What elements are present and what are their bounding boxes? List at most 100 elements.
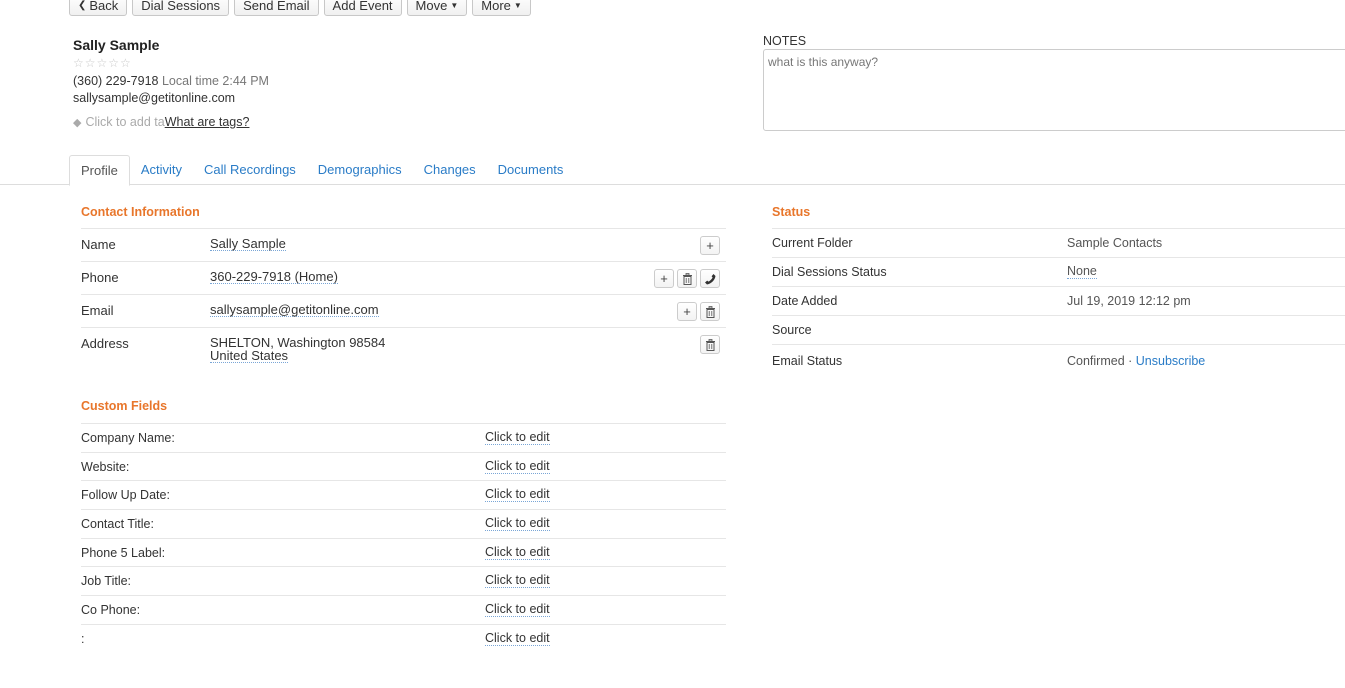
contact-row-email: Email sallysample@getitonline.com + [81, 294, 726, 327]
custom-field-row: : Click to edit [81, 623, 726, 653]
status-section: Status Current Folder Sample Contacts Di… [772, 205, 1345, 376]
custom-field-row: Job Title: Click to edit [81, 566, 726, 595]
tab-bar: Profile Activity Call Recordings Demogra… [0, 155, 1345, 186]
plus-icon: + [660, 271, 668, 286]
date-added-label: Date Added [772, 294, 838, 308]
custom-field-label: Follow Up Date: [81, 488, 170, 503]
contact-email[interactable]: sallysample@getitonline.com [73, 91, 269, 105]
contact-row-name: Name Sally Sample + [81, 228, 726, 261]
address-line-2: United States [210, 348, 289, 363]
contact-phone[interactable]: (360) 229-7918 [73, 74, 158, 88]
what-are-tags-link[interactable]: What are tags? [165, 115, 250, 129]
custom-field-row: Website: Click to edit [81, 451, 726, 481]
current-folder-label: Current Folder [772, 236, 853, 250]
custom-field-edit[interactable]: Click to edit [485, 545, 550, 560]
delete-phone-button[interactable] [677, 269, 697, 288]
source-label: Source [772, 323, 812, 337]
caret-down-icon: ▼ [450, 0, 459, 10]
custom-field-edit[interactable]: Click to edit [485, 459, 550, 474]
more-button[interactable]: More ▼ [472, 0, 531, 16]
tags-line: ◆ Click to add ta What are tags? [73, 115, 269, 129]
custom-field-label: : [81, 631, 85, 646]
custom-field-row: Co Phone: Click to edit [81, 595, 726, 624]
status-row-dial-sessions: Dial Sessions Status None [772, 257, 1345, 286]
address-value[interactable]: SHELTON, Washington 98584 United States [210, 336, 385, 363]
contact-name: Sally Sample [73, 37, 160, 53]
contact-row-phone: Phone 360-229-7918 (Home) + [81, 261, 726, 294]
local-time: Local time 2:44 PM [161, 74, 269, 88]
custom-field-row: Contact Title: Click to edit [81, 509, 726, 538]
email-status-label: Email Status [772, 353, 843, 368]
status-row-date-added: Date Added Jul 19, 2019 12:12 pm [772, 286, 1345, 315]
move-button[interactable]: Move ▼ [406, 0, 468, 16]
custom-field-edit[interactable]: Click to edit [485, 574, 550, 589]
plus-icon: + [683, 304, 691, 319]
tab-activity[interactable]: Activity [130, 155, 193, 185]
current-folder-value: Sample Contacts [1067, 236, 1163, 250]
add-tag-input[interactable]: Click to add ta [85, 115, 164, 129]
custom-field-label: Job Title: [81, 574, 132, 589]
custom-field-row: Phone 5 Label: Click to edit [81, 537, 726, 567]
tag-icon: ◆ [73, 116, 82, 129]
section-title-contact-information: Contact Information [81, 205, 200, 219]
toolbar: ❮ Back Dial Sessions Send Email Add Event… [69, 0, 531, 16]
contact-row-address: Address SHELTON, Washington 98584 United… [81, 327, 726, 369]
caret-down-icon: ▼ [513, 0, 522, 10]
dial-sessions-status-label: Dial Sessions Status [772, 265, 887, 279]
phone-icon [705, 273, 716, 284]
star-rating[interactable]: ☆☆☆☆☆ [73, 57, 269, 71]
notes-textarea[interactable] [763, 49, 1345, 131]
custom-field-label: Contact Title: [81, 516, 154, 531]
send-email-button[interactable]: Send Email [234, 0, 319, 16]
section-title-status: Status [772, 205, 811, 219]
tab-changes[interactable]: Changes [413, 155, 487, 185]
back-button[interactable]: ❮ Back [69, 0, 128, 16]
tab-demographics[interactable]: Demographics [307, 155, 413, 185]
email-value[interactable]: sallysample@getitonline.com [210, 303, 379, 317]
email-status-value: Confirmed · Unsubscribe [1067, 353, 1206, 368]
add-phone-button[interactable]: + [654, 269, 674, 288]
custom-fields-section: Custom Fields Company Name: Click to edit… [81, 399, 726, 653]
notes-panel: NOTES [763, 34, 1345, 134]
status-row-email-status: Email Status Confirmed · Unsubscribe [772, 344, 1345, 376]
phone-value[interactable]: 360-229-7918 (Home) [210, 270, 338, 284]
trash-icon [705, 305, 715, 318]
address-label: Address [81, 336, 129, 351]
call-phone-button[interactable] [700, 269, 720, 288]
status-row-current-folder: Current Folder Sample Contacts [772, 228, 1345, 257]
chevron-left-icon: ❮ [78, 0, 87, 11]
custom-field-edit[interactable]: Click to edit [485, 430, 550, 445]
custom-field-label: Co Phone: [81, 602, 141, 617]
dial-sessions-button[interactable]: Dial Sessions [132, 0, 230, 16]
tab-call-recordings[interactable]: Call Recordings [193, 155, 307, 185]
custom-field-label: Company Name: [81, 430, 175, 445]
custom-field-edit[interactable]: Click to edit [485, 516, 550, 531]
name-value[interactable]: Sally Sample [210, 237, 286, 251]
add-email-button[interactable]: + [677, 302, 697, 321]
tab-documents[interactable]: Documents [487, 155, 575, 185]
contact-information-section: Contact Information Name Sally Sample + … [81, 205, 726, 369]
custom-field-row: Follow Up Date: Click to edit [81, 480, 726, 509]
dial-sessions-status-value[interactable]: None [1067, 265, 1097, 279]
add-event-button[interactable]: Add Event [323, 0, 402, 16]
custom-field-edit[interactable]: Click to edit [485, 488, 550, 503]
delete-address-button[interactable] [700, 335, 720, 354]
custom-field-row: Company Name: Click to edit [81, 423, 726, 452]
custom-field-edit[interactable]: Click to edit [485, 631, 550, 646]
custom-field-label: Website: [81, 459, 130, 474]
contact-header: Sally Sample ☆☆☆☆☆ (360) 229-7918 Local … [73, 37, 269, 129]
phone-label: Phone [81, 270, 119, 285]
contact-phone-line: (360) 229-7918 Local time 2:44 PM [73, 74, 269, 88]
delete-email-button[interactable] [700, 302, 720, 321]
status-row-source: Source [772, 315, 1345, 344]
add-name-button[interactable]: + [700, 236, 720, 255]
custom-field-label: Phone 5 Label: [81, 545, 166, 560]
notes-label: NOTES [763, 34, 807, 48]
trash-icon [705, 338, 715, 351]
custom-field-edit[interactable]: Click to edit [485, 602, 550, 617]
trash-icon [682, 272, 692, 285]
name-label: Name [81, 237, 116, 252]
tab-profile[interactable]: Profile [69, 155, 130, 186]
unsubscribe-link[interactable]: Unsubscribe [1136, 354, 1205, 368]
date-added-value: Jul 19, 2019 12:12 pm [1067, 294, 1191, 308]
